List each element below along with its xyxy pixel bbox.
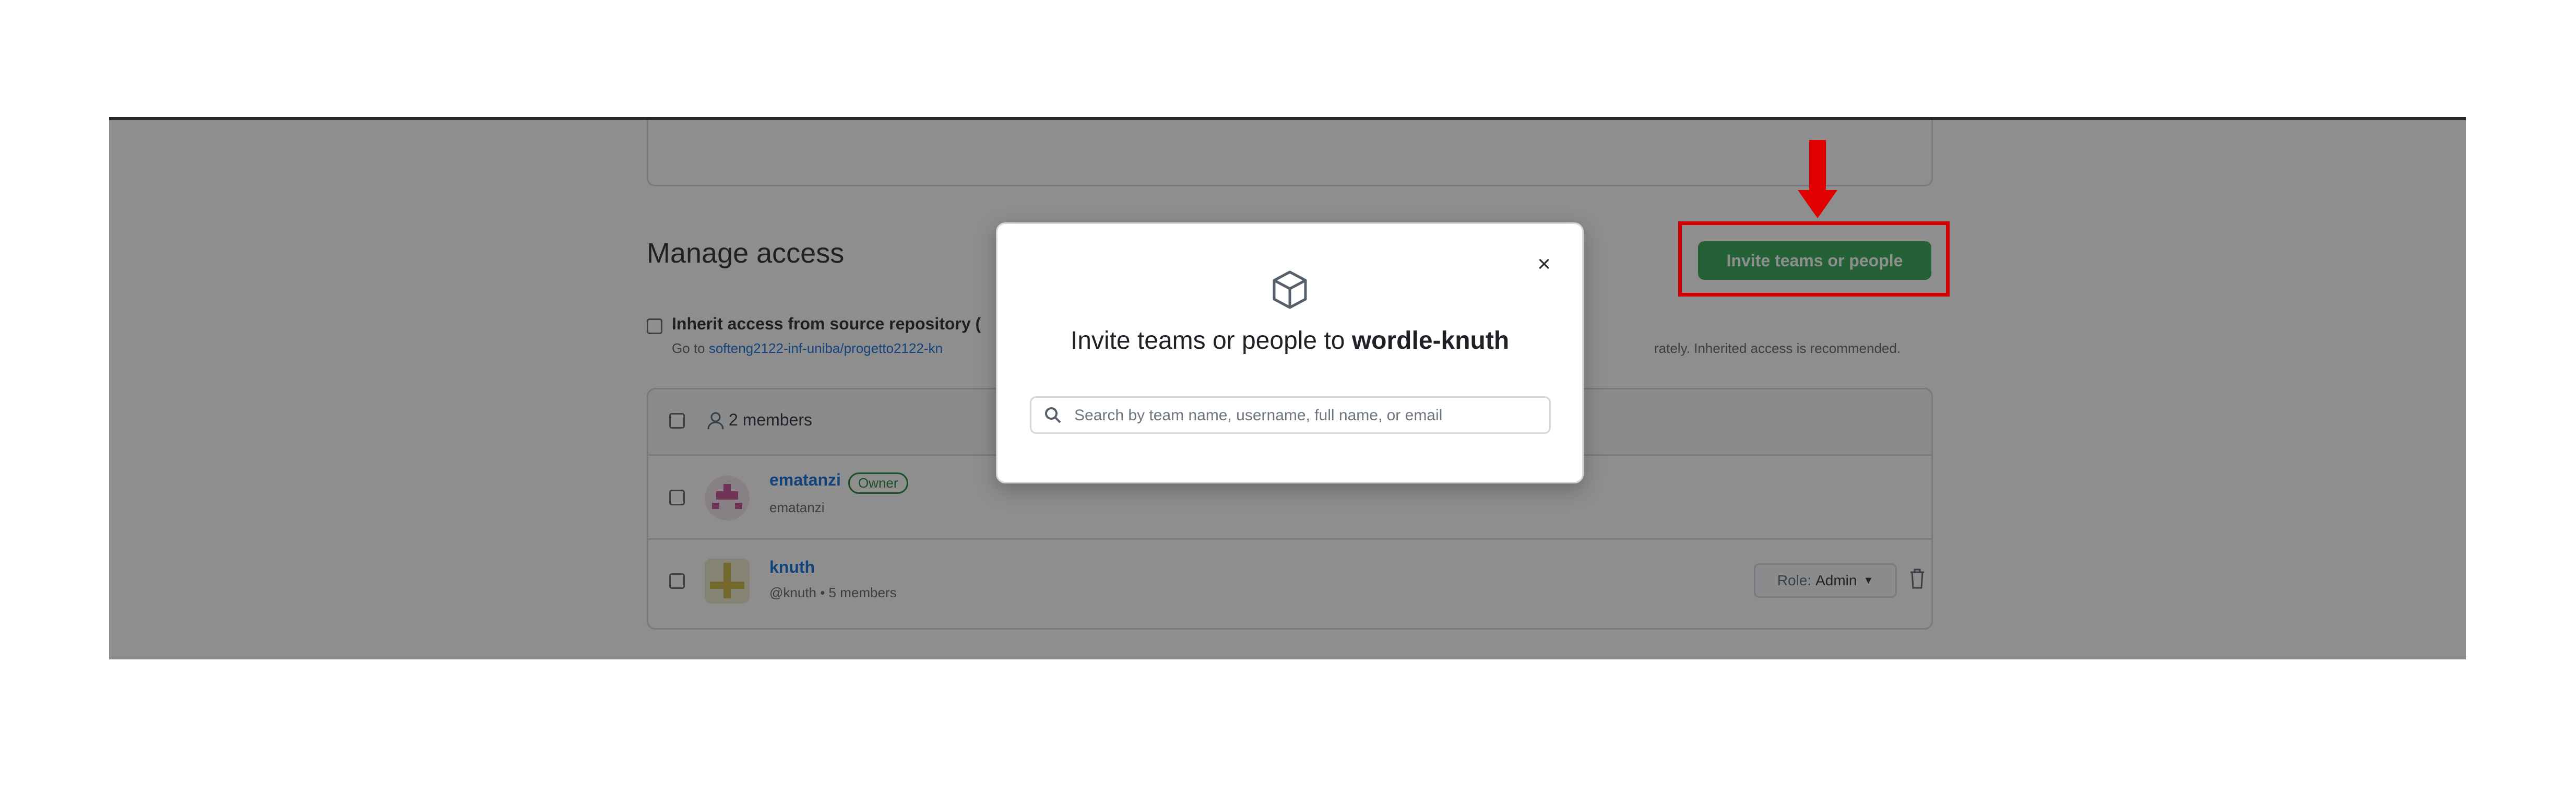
repository-name: wordle-knuth — [1351, 327, 1510, 354]
invite-title-prefix: Invite teams or people to — [1070, 327, 1352, 354]
annotation-arrow-icon — [1798, 140, 1837, 218]
close-icon[interactable]: × — [1537, 251, 1551, 277]
annotation-highlight-box — [1678, 221, 1950, 297]
search-field[interactable] — [1030, 396, 1551, 434]
invite-dialog-title: Invite teams or people to wordle-knuth — [998, 326, 1582, 355]
invite-dialog: × Invite teams or people to wordle-knuth — [996, 222, 1584, 483]
search-icon — [1045, 407, 1061, 423]
search-input[interactable] — [1073, 398, 1535, 433]
repository-package-icon — [1273, 270, 1307, 309]
